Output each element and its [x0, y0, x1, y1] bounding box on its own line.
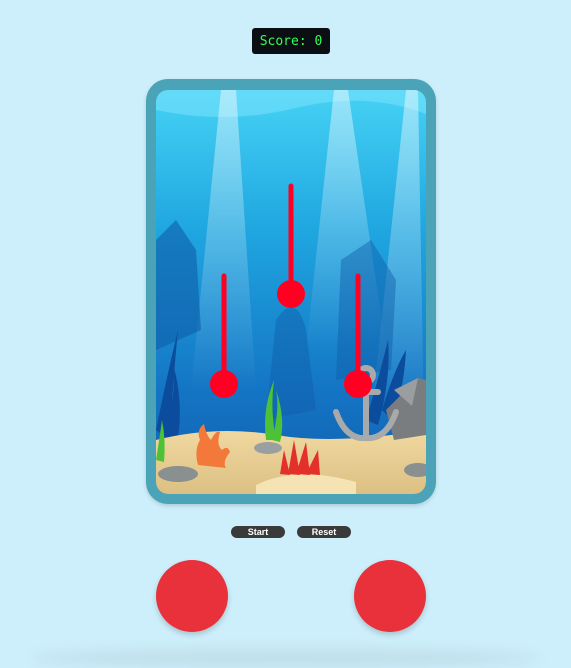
score-text: Score: 0: [259, 33, 323, 49]
pendulum-bob[interactable]: [277, 280, 305, 308]
pendulum-bob[interactable]: [344, 370, 372, 398]
underwater-scene: [156, 90, 426, 494]
left-action-button[interactable]: [156, 560, 228, 632]
score-display: Score: 0: [252, 28, 330, 54]
reset-button[interactable]: Reset: [297, 526, 351, 538]
start-button[interactable]: Start: [231, 526, 285, 538]
floor-shadow: [30, 648, 541, 668]
game-screen[interactable]: [156, 90, 426, 494]
right-action-button[interactable]: [354, 560, 426, 632]
pendulum-bob[interactable]: [210, 370, 238, 398]
